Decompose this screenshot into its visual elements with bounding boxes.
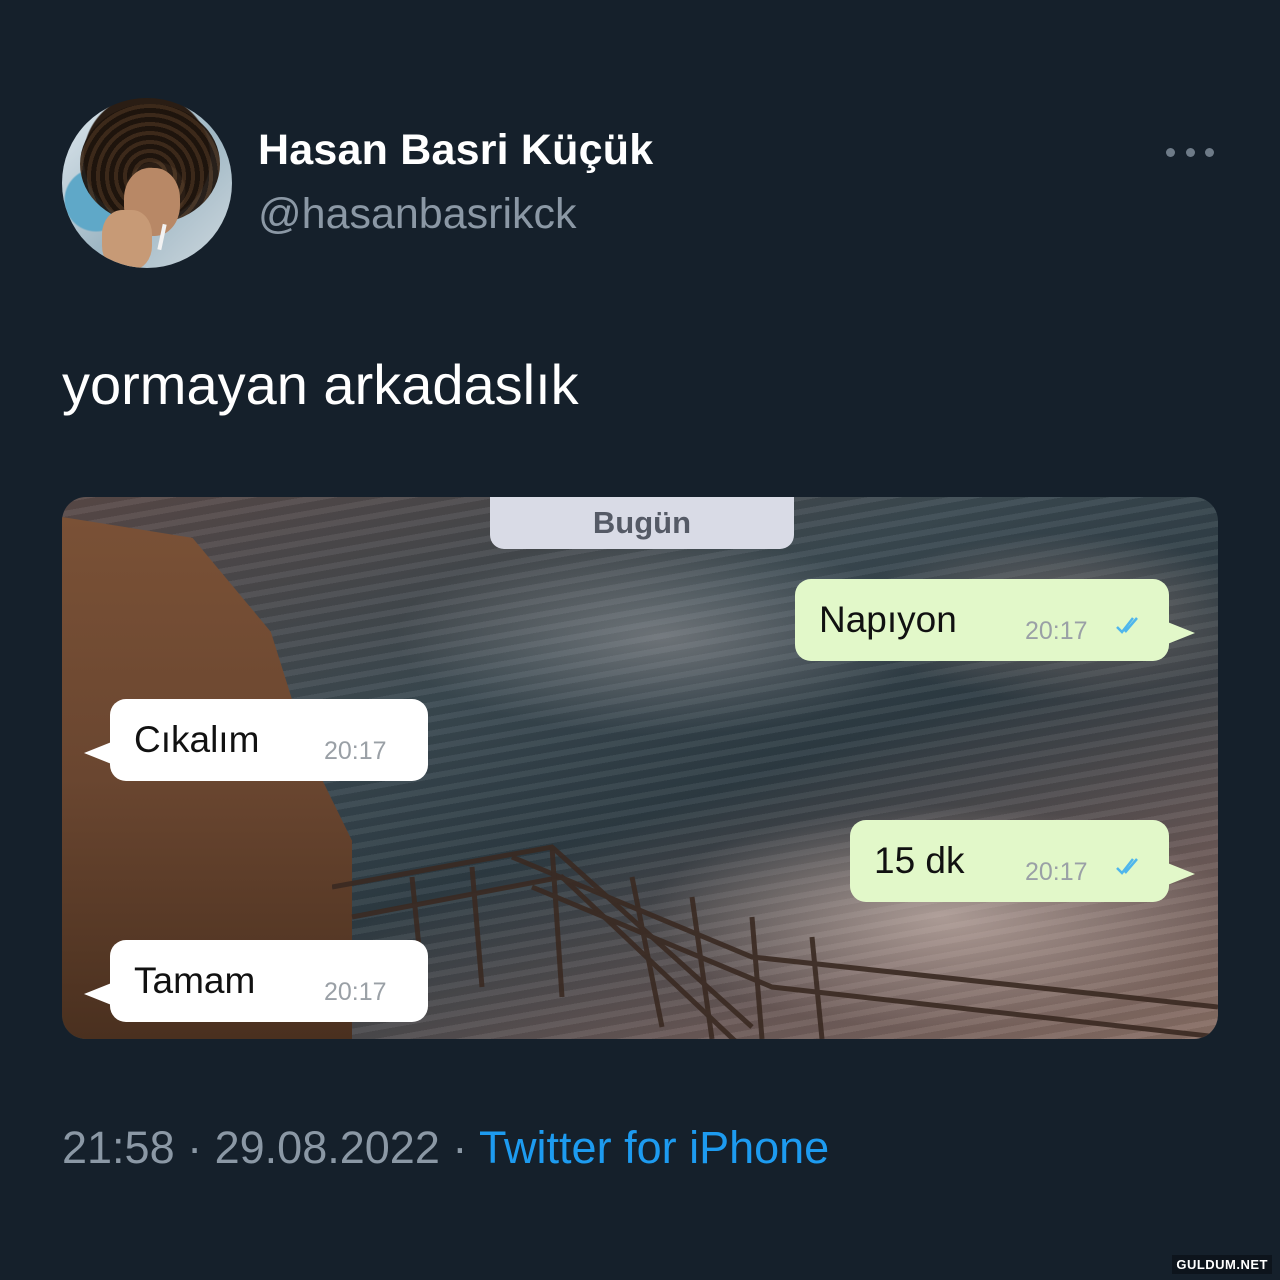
- more-dot: [1205, 147, 1214, 157]
- more-dot: [1185, 147, 1195, 157]
- tweet-meta: 21:58 · 29.08.2022 · Twitter for iPhone: [62, 1122, 829, 1174]
- message-bubble[interactable]: Cıkalım 20:17: [84, 699, 428, 781]
- message-bubble[interactable]: Tamam 20:17: [84, 940, 428, 1022]
- message-text: Cıkalım: [134, 719, 260, 760]
- tweet-text: yormayan arkadaslık: [62, 353, 579, 416]
- avatar-hand: [102, 210, 152, 268]
- meta-separator: ·: [439, 1122, 480, 1173]
- tweet-date[interactable]: 29.08.2022: [215, 1122, 440, 1173]
- watermark: GULDUM.NET: [1172, 1255, 1272, 1274]
- double-check-icon: [1116, 617, 1138, 634]
- message-time: 20:17: [1025, 617, 1088, 645]
- author-display-name[interactable]: Hasan Basri Küçük: [258, 126, 653, 175]
- message-time: 20:17: [324, 978, 387, 1006]
- message-text: 15 dk: [874, 840, 965, 881]
- more-dot: [1166, 147, 1175, 157]
- tweet-time[interactable]: 21:58: [62, 1122, 175, 1173]
- tweet-source-link[interactable]: Twitter for iPhone: [479, 1122, 829, 1173]
- message-text: Tamam: [134, 960, 256, 1001]
- author-handle[interactable]: @hasanbasrikck: [258, 190, 577, 239]
- message-time: 20:17: [1025, 858, 1088, 886]
- date-chip: Bugün: [490, 497, 794, 549]
- meta-separator: ·: [174, 1122, 215, 1173]
- message-bubble[interactable]: Napıyon 20:17: [795, 579, 1195, 661]
- author-avatar[interactable]: [62, 98, 232, 268]
- message-bubble[interactable]: 15 dk 20:17: [850, 820, 1195, 902]
- double-check-icon: [1116, 858, 1138, 875]
- tweet-media[interactable]: Bugün Napıyon 20:17 Cıkalım 20:17 15 dk …: [62, 497, 1218, 1039]
- message-time: 20:17: [324, 737, 387, 765]
- message-text: Napıyon: [819, 599, 957, 640]
- more-options-icon[interactable]: [1166, 140, 1214, 164]
